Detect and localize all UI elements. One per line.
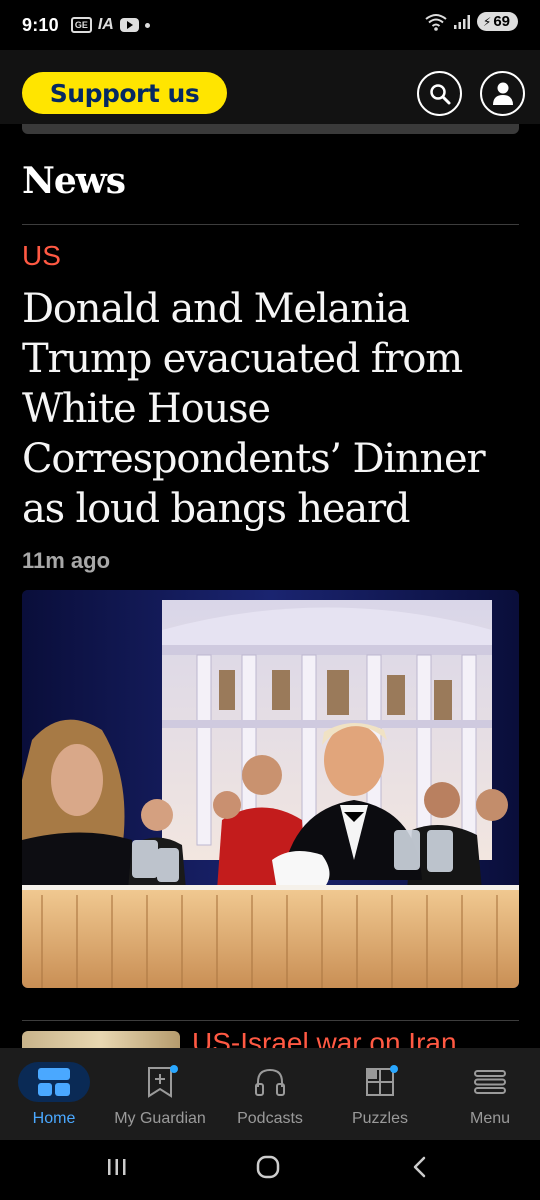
search-icon: [429, 83, 450, 104]
nav-puzzles[interactable]: Puzzles: [326, 1048, 434, 1140]
nav-home-icon-wrap: [18, 1062, 90, 1102]
notification-app-icon: IA: [97, 16, 114, 33]
notification-icons: GE IA: [70, 16, 150, 34]
bottom-navigation: Home My Guardian Podcasts Puzzles Menu: [0, 1048, 540, 1140]
profile-button[interactable]: [480, 71, 525, 116]
nav-menu-icon-wrap: [454, 1062, 526, 1102]
system-navigation-bar: [0, 1140, 540, 1200]
nav-home[interactable]: Home: [0, 1048, 108, 1140]
recent-apps-icon[interactable]: [106, 1154, 128, 1180]
nav-podcasts-icon-wrap: [234, 1062, 306, 1102]
next-story-thumbnail[interactable]: [22, 1031, 180, 1049]
nav-podcasts-label: Podcasts: [237, 1110, 303, 1127]
nav-menu[interactable]: Menu: [436, 1048, 540, 1140]
story-kicker[interactable]: US: [22, 240, 61, 272]
status-bar: 9:10 GE IA ⚡ 69: [0, 0, 540, 50]
nav-my-guardian-label: My Guardian: [114, 1110, 206, 1127]
story-photo-illustration: [22, 590, 519, 988]
menu-icon: [474, 1070, 506, 1094]
system-status: ⚡ 69: [425, 12, 518, 31]
battery-level: 69: [493, 13, 510, 30]
story-headline[interactable]: Donald and Melania Trump evacuated from …: [22, 284, 522, 534]
support-us-button[interactable]: Support us: [22, 72, 227, 114]
notification-badge-icon: GE: [70, 17, 92, 33]
section-title: News: [22, 160, 126, 202]
story-divider: [22, 1020, 519, 1021]
status-time: 9:10: [22, 14, 59, 35]
nav-my-guardian[interactable]: My Guardian: [106, 1048, 214, 1140]
nav-puzzles-label: Puzzles: [351, 1110, 409, 1127]
profile-icon: [492, 82, 513, 105]
story-timestamp: 11m ago: [22, 548, 111, 573]
home-icon: [38, 1068, 70, 1096]
puzzles-badge-icon: [390, 1065, 398, 1073]
home-circle-icon[interactable]: [255, 1154, 281, 1180]
signal-icon: [453, 14, 470, 29]
search-button[interactable]: [417, 71, 462, 116]
my-guardian-badge-icon: [170, 1065, 178, 1073]
app-header: Support us: [0, 50, 540, 124]
headphones-icon: [255, 1068, 285, 1096]
nav-home-label: Home: [32, 1110, 76, 1127]
back-icon[interactable]: [409, 1154, 431, 1180]
nav-puzzles-icon-wrap: [344, 1062, 416, 1102]
more-notifications-icon: [144, 22, 150, 28]
section-divider: [22, 224, 519, 225]
wifi-icon: [425, 13, 447, 31]
story-image[interactable]: [22, 590, 519, 988]
nav-podcasts[interactable]: Podcasts: [216, 1048, 324, 1140]
youtube-icon: [119, 18, 139, 32]
battery-icon: ⚡ 69: [476, 12, 518, 31]
nav-menu-label: Menu: [469, 1110, 511, 1127]
header-edge: [22, 124, 519, 134]
bookmark-icon: [148, 1067, 172, 1098]
next-story-kicker[interactable]: US-Israel war on Iran: [192, 1028, 457, 1048]
nav-my-guardian-icon-wrap: [124, 1062, 196, 1102]
